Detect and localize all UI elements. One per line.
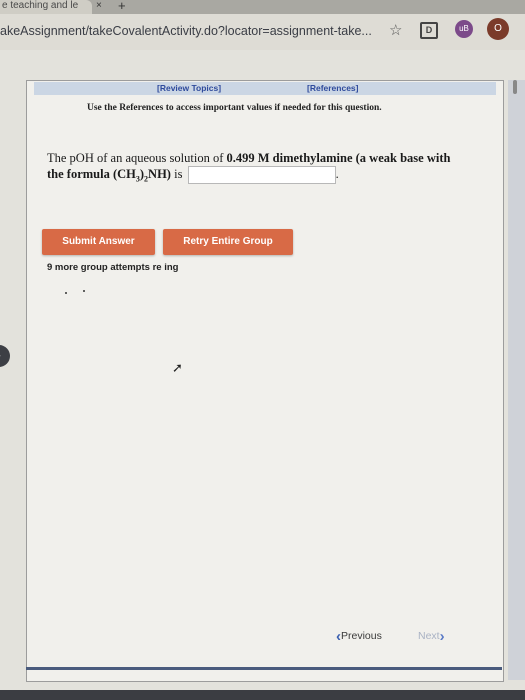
bookmark-star-icon[interactable]: ☆	[389, 21, 402, 39]
browser-tab[interactable]: e teaching and le	[0, 0, 92, 14]
next-button[interactable]: Next›	[418, 628, 445, 645]
previous-button[interactable]: ‹Previous	[336, 628, 382, 645]
profile-avatar[interactable]: O	[487, 18, 509, 40]
address-bar[interactable]: akeAssignment/takeCovalentActivity.do?lo…	[0, 24, 372, 38]
instruction-text: Use the References to access important v…	[87, 103, 382, 113]
question-text: The pOH of an aqueous solution of 0.499 …	[47, 151, 451, 185]
review-topics-link[interactable]: [Review Topics]	[157, 82, 221, 95]
chevron-right-icon: ›	[439, 628, 445, 645]
retry-entire-group-button[interactable]: Retry Entire Group	[163, 229, 293, 255]
attempts-remaining-text: 9 more group attempts re ing	[47, 262, 179, 273]
next-label: Next	[418, 630, 440, 642]
tab-close-icon[interactable]: ×	[96, 0, 102, 12]
submit-answer-button[interactable]: Submit Answer	[42, 229, 155, 255]
question-part2: is	[170, 167, 183, 181]
ublock-extension-icon[interactable]: uB	[455, 20, 473, 38]
right-scroll-strip	[508, 80, 525, 680]
frame-bottom-border	[26, 667, 502, 670]
dot-mark	[65, 292, 67, 294]
browser-toolbar: akeAssignment/takeCovalentActivity.do?lo…	[0, 14, 525, 50]
new-tab-icon[interactable]: +	[118, 0, 126, 13]
question-part1: The pOH of an aqueous solution of	[47, 151, 227, 165]
extension-icon[interactable]: D	[420, 22, 438, 39]
taskbar	[0, 690, 525, 700]
dot-mark	[83, 290, 85, 292]
mouse-cursor-icon: ➚	[172, 360, 183, 375]
references-link[interactable]: [References]	[307, 82, 359, 95]
pOH-answer-input[interactable]	[187, 166, 336, 185]
scrollbar-handle[interactable]	[513, 80, 517, 94]
references-bar: [Review Topics] [References]	[34, 82, 496, 95]
previous-label: Previous	[341, 630, 382, 642]
tab-bar: e teaching and le × +	[0, 0, 525, 14]
